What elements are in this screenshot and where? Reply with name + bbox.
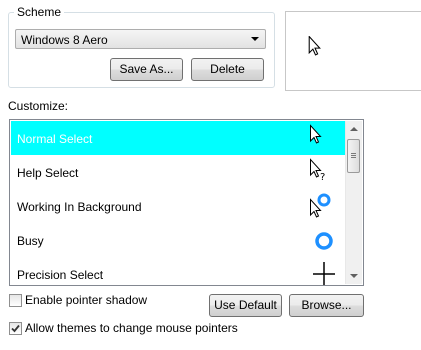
crosshair-cursor-icon	[303, 258, 337, 285]
allow-themes-label: Allow themes to change mouse pointers	[25, 321, 238, 335]
arrow-cursor-icon	[303, 122, 337, 154]
delete-button[interactable]: Delete	[191, 58, 264, 81]
cursor-preview	[285, 11, 421, 91]
list-item-precision-select[interactable]: Precision Select	[11, 257, 346, 285]
scheme-dropdown[interactable]: Windows 8 Aero	[15, 29, 266, 49]
cursor-list[interactable]: Normal Select Help Select ? Working In B…	[9, 119, 364, 286]
arrow-cursor-icon	[308, 36, 321, 56]
save-as-button[interactable]: Save As...	[110, 58, 183, 81]
pointer-shadow-label: Enable pointer shadow	[25, 293, 148, 307]
list-item-working-in-background[interactable]: Working In Background	[11, 189, 346, 223]
list-scrollbar[interactable]	[345, 121, 362, 284]
allow-themes-checkbox[interactable]	[9, 322, 22, 335]
customize-label: Customize:	[8, 99, 69, 113]
use-default-button[interactable]: Use Default	[209, 294, 282, 317]
busy-cursor-icon	[303, 224, 337, 256]
list-item-label: Precision Select	[17, 268, 104, 282]
list-item-busy[interactable]: Busy	[11, 223, 346, 257]
working-cursor-icon	[303, 190, 337, 222]
scroll-down-icon[interactable]	[350, 274, 358, 278]
chevron-down-icon	[251, 37, 259, 41]
help-cursor-icon: ?	[303, 156, 337, 188]
list-item-label: Working In Background	[17, 200, 142, 214]
scroll-up-icon[interactable]	[350, 127, 358, 131]
list-item-label: Busy	[17, 234, 44, 248]
scheme-dropdown-value: Windows 8 Aero	[21, 33, 108, 47]
svg-text:?: ?	[320, 172, 325, 183]
browse-button[interactable]: Browse...	[289, 294, 364, 317]
list-item-help-select[interactable]: Help Select ?	[11, 155, 346, 189]
scheme-group-label: Scheme	[14, 5, 65, 19]
pointer-shadow-checkbox[interactable]	[9, 294, 22, 307]
list-item-label: Help Select	[17, 166, 79, 180]
list-item-normal-select[interactable]: Normal Select	[11, 121, 346, 155]
scrollbar-thumb[interactable]	[347, 139, 360, 173]
check-icon	[11, 324, 20, 333]
list-item-label: Normal Select	[17, 132, 93, 146]
